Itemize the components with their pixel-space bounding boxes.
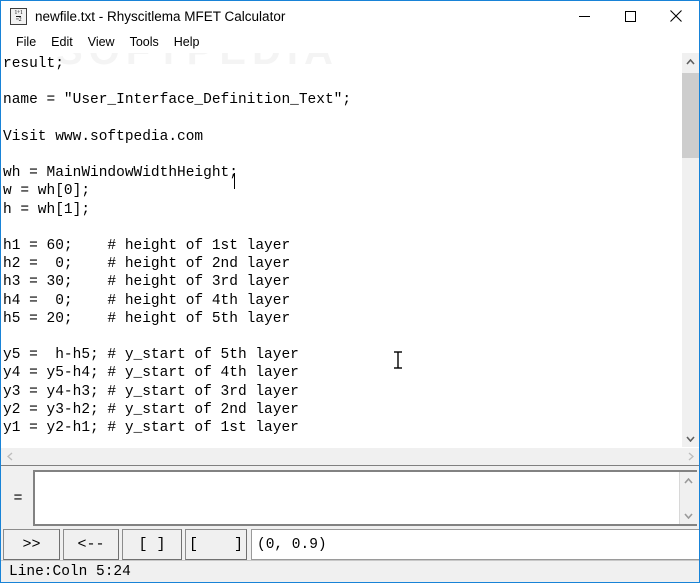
wide-brackets-button[interactable]: [ ] bbox=[185, 529, 247, 560]
coordinate-field[interactable]: (0, 0.9) bbox=[251, 529, 699, 560]
scroll-up-button[interactable] bbox=[682, 53, 699, 70]
brackets-button[interactable]: [ ] bbox=[122, 529, 182, 560]
chevron-right-icon bbox=[688, 452, 694, 461]
menu-item-tools[interactable]: Tools bbox=[123, 33, 167, 51]
application-window: 1+1 =2 newfile.txt - Rhyscitlema MFET Ca… bbox=[0, 0, 700, 583]
chevron-left-icon bbox=[6, 452, 12, 461]
run-button[interactable]: >> bbox=[3, 529, 60, 560]
result-output-box[interactable] bbox=[33, 470, 697, 526]
editor-vertical-scrollbar[interactable] bbox=[681, 53, 699, 447]
scroll-down-button[interactable] bbox=[682, 430, 699, 447]
maximize-button[interactable] bbox=[607, 1, 653, 31]
minimize-icon bbox=[578, 15, 590, 17]
editor-area: result; name = "User_Interface_Definitio… bbox=[1, 53, 699, 465]
editor-vertical-scroll-thumb[interactable] bbox=[682, 73, 699, 158]
scroll-right-button[interactable] bbox=[682, 448, 699, 465]
chevron-down-icon bbox=[686, 435, 695, 442]
maximize-icon bbox=[624, 10, 636, 22]
editor-horizontal-scroll-track[interactable] bbox=[18, 448, 682, 465]
result-vertical-scrollbar[interactable] bbox=[679, 472, 697, 524]
result-scroll-down-button[interactable] bbox=[680, 507, 697, 524]
line-column-status: Line:Coln 5:24 bbox=[9, 563, 131, 580]
text-caret bbox=[234, 173, 235, 189]
menu-bar: File Edit View Tools Help bbox=[1, 31, 699, 53]
menu-item-edit[interactable]: Edit bbox=[44, 33, 81, 51]
menu-item-help[interactable]: Help bbox=[167, 33, 208, 51]
window-title: newfile.txt - Rhyscitlema MFET Calculato… bbox=[35, 8, 286, 24]
scroll-left-button[interactable] bbox=[1, 448, 18, 465]
result-panel: = bbox=[1, 465, 699, 529]
equals-button[interactable]: = bbox=[3, 470, 33, 526]
chevron-up-icon bbox=[686, 58, 695, 65]
minimize-button[interactable] bbox=[561, 1, 607, 31]
result-scroll-up-button[interactable] bbox=[680, 472, 697, 489]
menu-item-view[interactable]: View bbox=[81, 33, 123, 51]
window-controls bbox=[561, 1, 699, 31]
close-button[interactable] bbox=[653, 1, 699, 31]
ibeam-cursor bbox=[393, 351, 403, 374]
close-icon bbox=[670, 10, 682, 22]
code-editor[interactable]: result; name = "User_Interface_Definitio… bbox=[1, 53, 681, 447]
editor-row: result; name = "User_Interface_Definitio… bbox=[1, 53, 699, 447]
code-editor-text: result; name = "User_Interface_Definitio… bbox=[3, 56, 352, 437]
status-bar: Line:Coln 5:24 bbox=[1, 560, 699, 582]
chevron-down-icon bbox=[684, 512, 693, 519]
editor-vertical-scroll-track[interactable] bbox=[682, 70, 699, 430]
app-icon-row-2: =2 bbox=[15, 15, 22, 23]
calculator-icon: 1+1 =2 bbox=[10, 7, 27, 25]
title-bar: 1+1 =2 newfile.txt - Rhyscitlema MFET Ca… bbox=[1, 1, 699, 31]
chevron-up-icon bbox=[684, 477, 693, 484]
editor-horizontal-scrollbar[interactable] bbox=[1, 447, 699, 465]
menu-item-file[interactable]: File bbox=[9, 33, 44, 51]
button-bar: >> <-- [ ] [ ] (0, 0.9) bbox=[1, 529, 699, 560]
back-button[interactable]: <-- bbox=[63, 529, 119, 560]
result-output-text[interactable] bbox=[35, 472, 679, 524]
